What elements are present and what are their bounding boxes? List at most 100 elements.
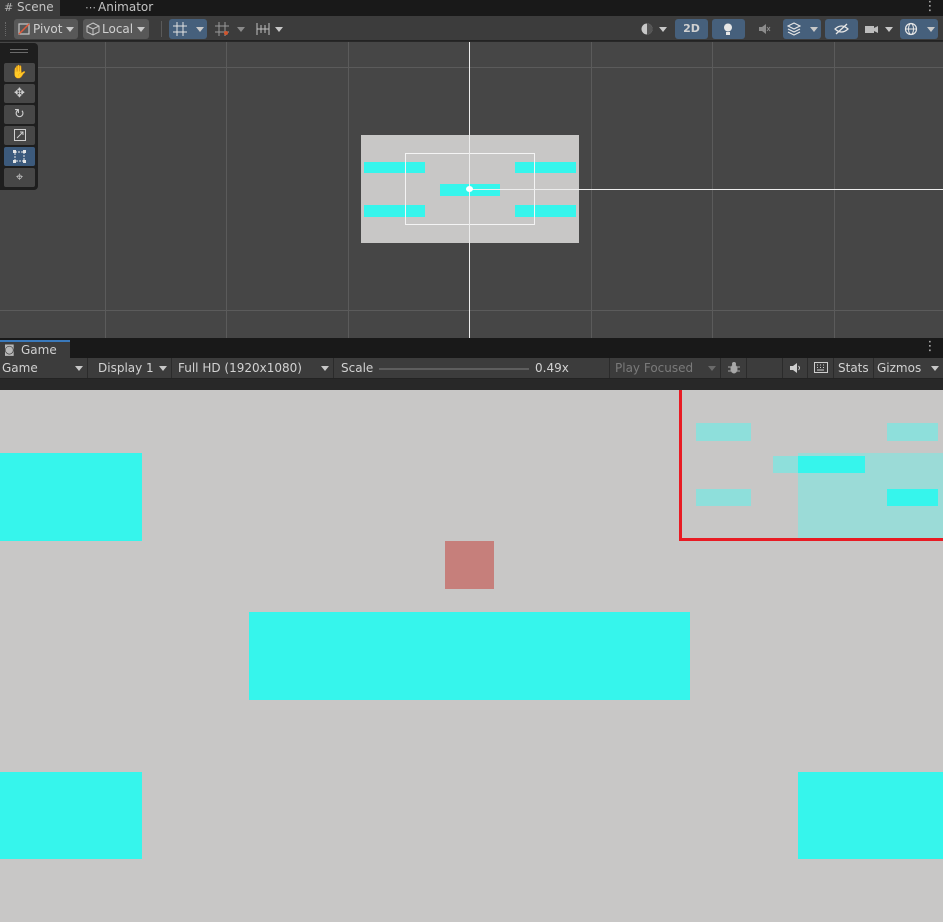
hidden-eye-icon [834,23,849,35]
scale-value: 0.49x [535,361,569,375]
game-menu-icon[interactable]: ⋮ [923,340,937,356]
pivot-handle[interactable] [466,186,473,192]
tool-panel: ✋ ✥ ↻ ⌖ [0,43,38,190]
chevron-down-icon [810,27,818,32]
effects-dropdown[interactable] [783,19,821,39]
transform-icon: ⌖ [15,170,24,185]
hand-tool-button[interactable]: ✋ [4,63,35,82]
keyboard-icon [814,362,828,373]
chevron-down-icon [159,366,167,371]
chevron-down-icon [659,27,667,32]
align-icon [256,23,270,35]
local-dropdown[interactable]: Local [83,19,149,39]
globe-icon [904,22,918,36]
display-dropdown[interactable]: Display 1 [88,358,172,378]
tab-scene[interactable]: # Scene [0,0,60,16]
move-icon: ✥ [14,86,25,101]
tab-game[interactable]: ◙ Game [0,340,70,358]
chevron-down-icon [275,27,283,32]
stats-label: Stats [838,361,869,375]
2d-toggle[interactable]: 2D [675,19,708,39]
chevron-down-icon [708,366,716,371]
gamepad-icon: ◙ [4,343,15,356]
tab-game-label: Game [21,343,57,357]
speaker-icon [790,363,800,373]
display-label: Display 1 [98,361,154,375]
game-view-letterbox [0,380,943,390]
grid-snap-icon [173,22,187,36]
layers-icon [787,22,801,36]
shortcuts-toggle[interactable] [808,358,834,378]
scale-slider[interactable] [379,368,529,370]
audio-mute-icon [759,24,771,34]
snap-icon [215,22,229,36]
scene-menu-icon[interactable]: ⋮ [923,0,937,16]
grid-line [712,42,713,338]
chevron-down-icon [321,366,329,371]
increment-snap-toggle[interactable] [211,19,248,39]
bug-icon [728,362,740,374]
rect-transform-icon [13,150,26,163]
platform-center [249,612,690,700]
chevron-down-icon [931,366,939,371]
scale-control[interactable]: Scale 0.49x [334,358,610,378]
rotate-tool-button[interactable]: ↻ [4,105,35,124]
play-mode-label: Play Focused [615,361,694,375]
scene-view[interactable] [0,42,943,338]
player-square [445,541,494,589]
x-axis-line [469,189,943,190]
pivot-icon [18,23,30,35]
cube-icon [86,22,100,36]
scale-label: Scale [341,361,374,375]
rotate-icon: ↻ [14,107,25,122]
platform-bottom-left [0,772,142,859]
animator-icon: ⋯ [85,1,96,14]
mute-audio-toggle[interactable] [783,358,808,378]
platform-bottom-right [798,772,943,859]
debug-toggle[interactable] [721,358,747,378]
game-view[interactable] [0,390,943,922]
platform-top-left [0,453,142,541]
view-mode-dropdown[interactable]: Game [0,358,88,378]
play-mode-dropdown[interactable]: Play Focused [611,358,721,378]
align-toggle[interactable] [252,19,287,39]
shading-icon [641,23,653,35]
empty-toolbar-slot [747,358,783,378]
tool-panel-grip[interactable] [10,49,28,53]
highlight-box [679,390,943,541]
scene-visibility-toggle[interactable] [825,19,858,39]
gizmos-label: Gizmos [877,361,922,375]
audio-toggle[interactable] [749,19,779,39]
grid-line [226,42,227,338]
gizmos-dropdown[interactable] [900,19,938,39]
pivot-dropdown[interactable]: Pivot [14,19,78,39]
grid-snap-toggle[interactable] [169,19,207,39]
grid-line [105,42,106,338]
lighting-toggle[interactable] [712,19,745,39]
camera-dropdown[interactable] [861,19,897,39]
tab-animator[interactable]: ⋯ Animator [81,0,159,16]
hand-icon: ✋ [11,65,28,80]
move-tool-button[interactable]: ✥ [4,84,35,103]
grid-line [348,42,349,338]
pivot-label: Pivot [33,22,63,36]
transform-tool-button[interactable]: ⌖ [4,168,35,187]
grid-line [0,310,943,311]
resolution-dropdown[interactable]: Full HD (1920x1080) [172,358,334,378]
chevron-down-icon [885,27,893,32]
scene-toolbar: Pivot Local 2D [0,16,943,41]
rect-tool-button[interactable] [4,147,35,166]
gizmos-toggle[interactable]: Gizmos [874,358,943,378]
grid-line [834,42,835,338]
chevron-down-icon [66,27,74,32]
camera-icon [865,26,878,33]
chevron-down-icon [927,27,935,32]
draw-mode-dropdown[interactable] [636,19,671,39]
chevron-down-icon [196,27,204,32]
chevron-down-icon [237,27,245,32]
grid-line [0,67,943,68]
scale-tool-button[interactable] [4,126,35,145]
chevron-down-icon [137,27,145,32]
stats-toggle[interactable]: Stats [834,358,874,378]
grid-icon: # [4,1,14,14]
